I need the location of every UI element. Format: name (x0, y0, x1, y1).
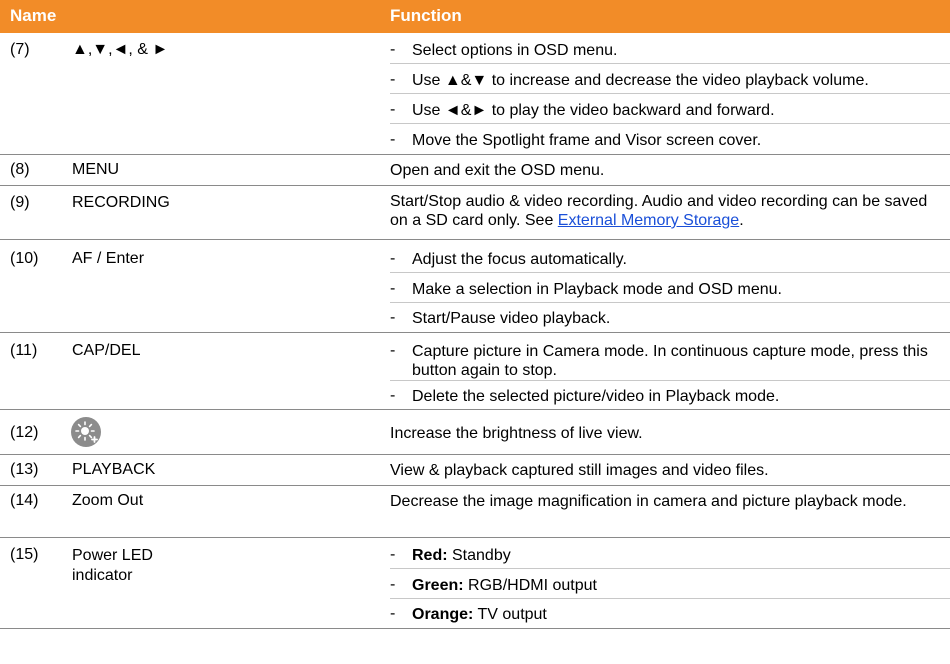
table-row: (13) PLAYBACK View & playback captured s… (0, 455, 950, 486)
item-text: Red: Standby (412, 547, 511, 564)
row-number: (12) (10, 424, 39, 441)
row-function: Open and exit the OSD menu. (390, 162, 605, 179)
item-text: Green: RGB/HDMI output (412, 577, 597, 594)
external-memory-storage-link[interactable]: External Memory Storage (558, 212, 739, 229)
item-text: Delete the selected picture/video in Pla… (412, 388, 780, 405)
table-row: (14) Zoom Out Decrease the image magnifi… (0, 486, 950, 538)
divider (390, 380, 950, 381)
divider (390, 272, 950, 273)
item-text: Adjust the focus automatically. (412, 251, 627, 268)
row-name: RECORDING (72, 194, 170, 211)
divider (390, 598, 950, 599)
item-text: Use ▲&▼ to increase and decrease the vid… (412, 72, 869, 89)
item-text: Use ◄&► to play the video backward and f… (412, 102, 775, 119)
table-row: (8) MENU Open and exit the OSD menu. (0, 155, 950, 186)
item-text: Select options in OSD menu. (412, 42, 618, 59)
item-text: Capture picture in Camera mode. In conti… (412, 343, 928, 379)
row-function: View & playback captured still images an… (390, 462, 769, 479)
row-name: Power LED indicator (72, 547, 153, 584)
header-function: Function (390, 6, 462, 25)
function-text-end: . (739, 212, 744, 229)
table-row: (12) Increase the brightness of live vie… (0, 410, 950, 455)
row-name: PLAYBACK (72, 461, 156, 478)
header-name: Name (10, 6, 57, 25)
row-number: (15) (10, 546, 39, 563)
row-number: (9) (10, 194, 30, 211)
row-name: AF / Enter (72, 250, 145, 267)
row-number: (13) (10, 461, 39, 478)
row-number: (14) (10, 492, 39, 509)
divider (390, 93, 950, 94)
divider (390, 63, 950, 64)
row-number: (10) (10, 250, 39, 267)
row-function: Start/Stop audio & video recording. Audi… (390, 192, 940, 230)
item-text: Orange: TV output (412, 606, 547, 623)
table-row: (9) RECORDING Start/Stop audio & video r… (0, 186, 950, 240)
function-table: Name Function (7) ▲,▼,◄, & ► - Select opt… (0, 0, 950, 629)
divider (390, 302, 950, 303)
table-header: Name Function (0, 0, 950, 33)
row-name: ▲,▼,◄, & ► (72, 41, 169, 58)
item-text: Move the Spotlight frame and Visor scree… (412, 132, 762, 149)
row-name: Zoom Out (72, 492, 144, 509)
divider (390, 123, 950, 124)
brightness-plus-icon (71, 417, 101, 447)
table-row: (10) AF / Enter - Adjust the focus automa… (0, 240, 950, 333)
item-text: Make a selection in Playback mode and OS… (412, 281, 782, 298)
row-function: Increase the brightness of live view. (390, 425, 643, 442)
table-row: (11) CAP/DEL - Capture picture in Camera … (0, 333, 950, 410)
item-text: Start/Pause video playback. (412, 310, 611, 327)
row-name: CAP/DEL (72, 342, 141, 359)
table-row: (7) ▲,▼,◄, & ► - Select options in OSD me… (0, 33, 950, 155)
row-number: (8) (10, 161, 30, 178)
row-number: (7) (10, 41, 30, 58)
row-function: Decrease the image magnification in came… (390, 493, 907, 510)
row-name: MENU (72, 161, 120, 178)
table-row: (15) Power LED indicator - Red: Standby -… (0, 538, 950, 629)
row-number: (11) (10, 342, 38, 359)
divider (390, 568, 950, 569)
